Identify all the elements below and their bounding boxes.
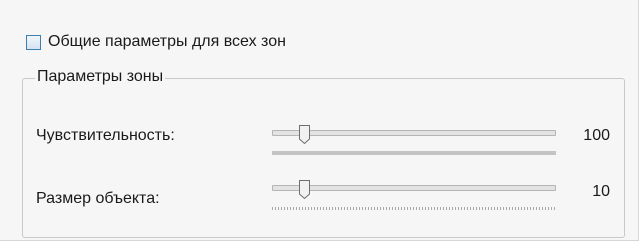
zone-params-title: Параметры зоны	[35, 68, 166, 86]
object-size-label: Размер объекта:	[36, 190, 160, 207]
sensitivity-value: 100	[583, 127, 610, 144]
object-size-thumb[interactable]	[299, 180, 310, 199]
shared-params-option[interactable]: Общие параметры для всех зон	[26, 33, 286, 51]
settings-panel: Общие параметры для всех зон Параметры з…	[0, 0, 639, 241]
sensitivity-ticks	[272, 151, 556, 155]
sensitivity-label: Чувствительность:	[36, 127, 175, 144]
object-size-value: 10	[592, 183, 610, 200]
object-size-slider[interactable]	[272, 180, 556, 218]
sensitivity-thumb[interactable]	[299, 125, 310, 144]
sensitivity-slider[interactable]	[272, 125, 556, 163]
object-size-ticks	[272, 207, 556, 210]
sensitivity-track	[272, 130, 556, 136]
object-size-track	[272, 185, 556, 191]
shared-params-checkbox[interactable]	[26, 34, 41, 50]
shared-params-label: Общие параметры для всех зон	[48, 33, 286, 50]
